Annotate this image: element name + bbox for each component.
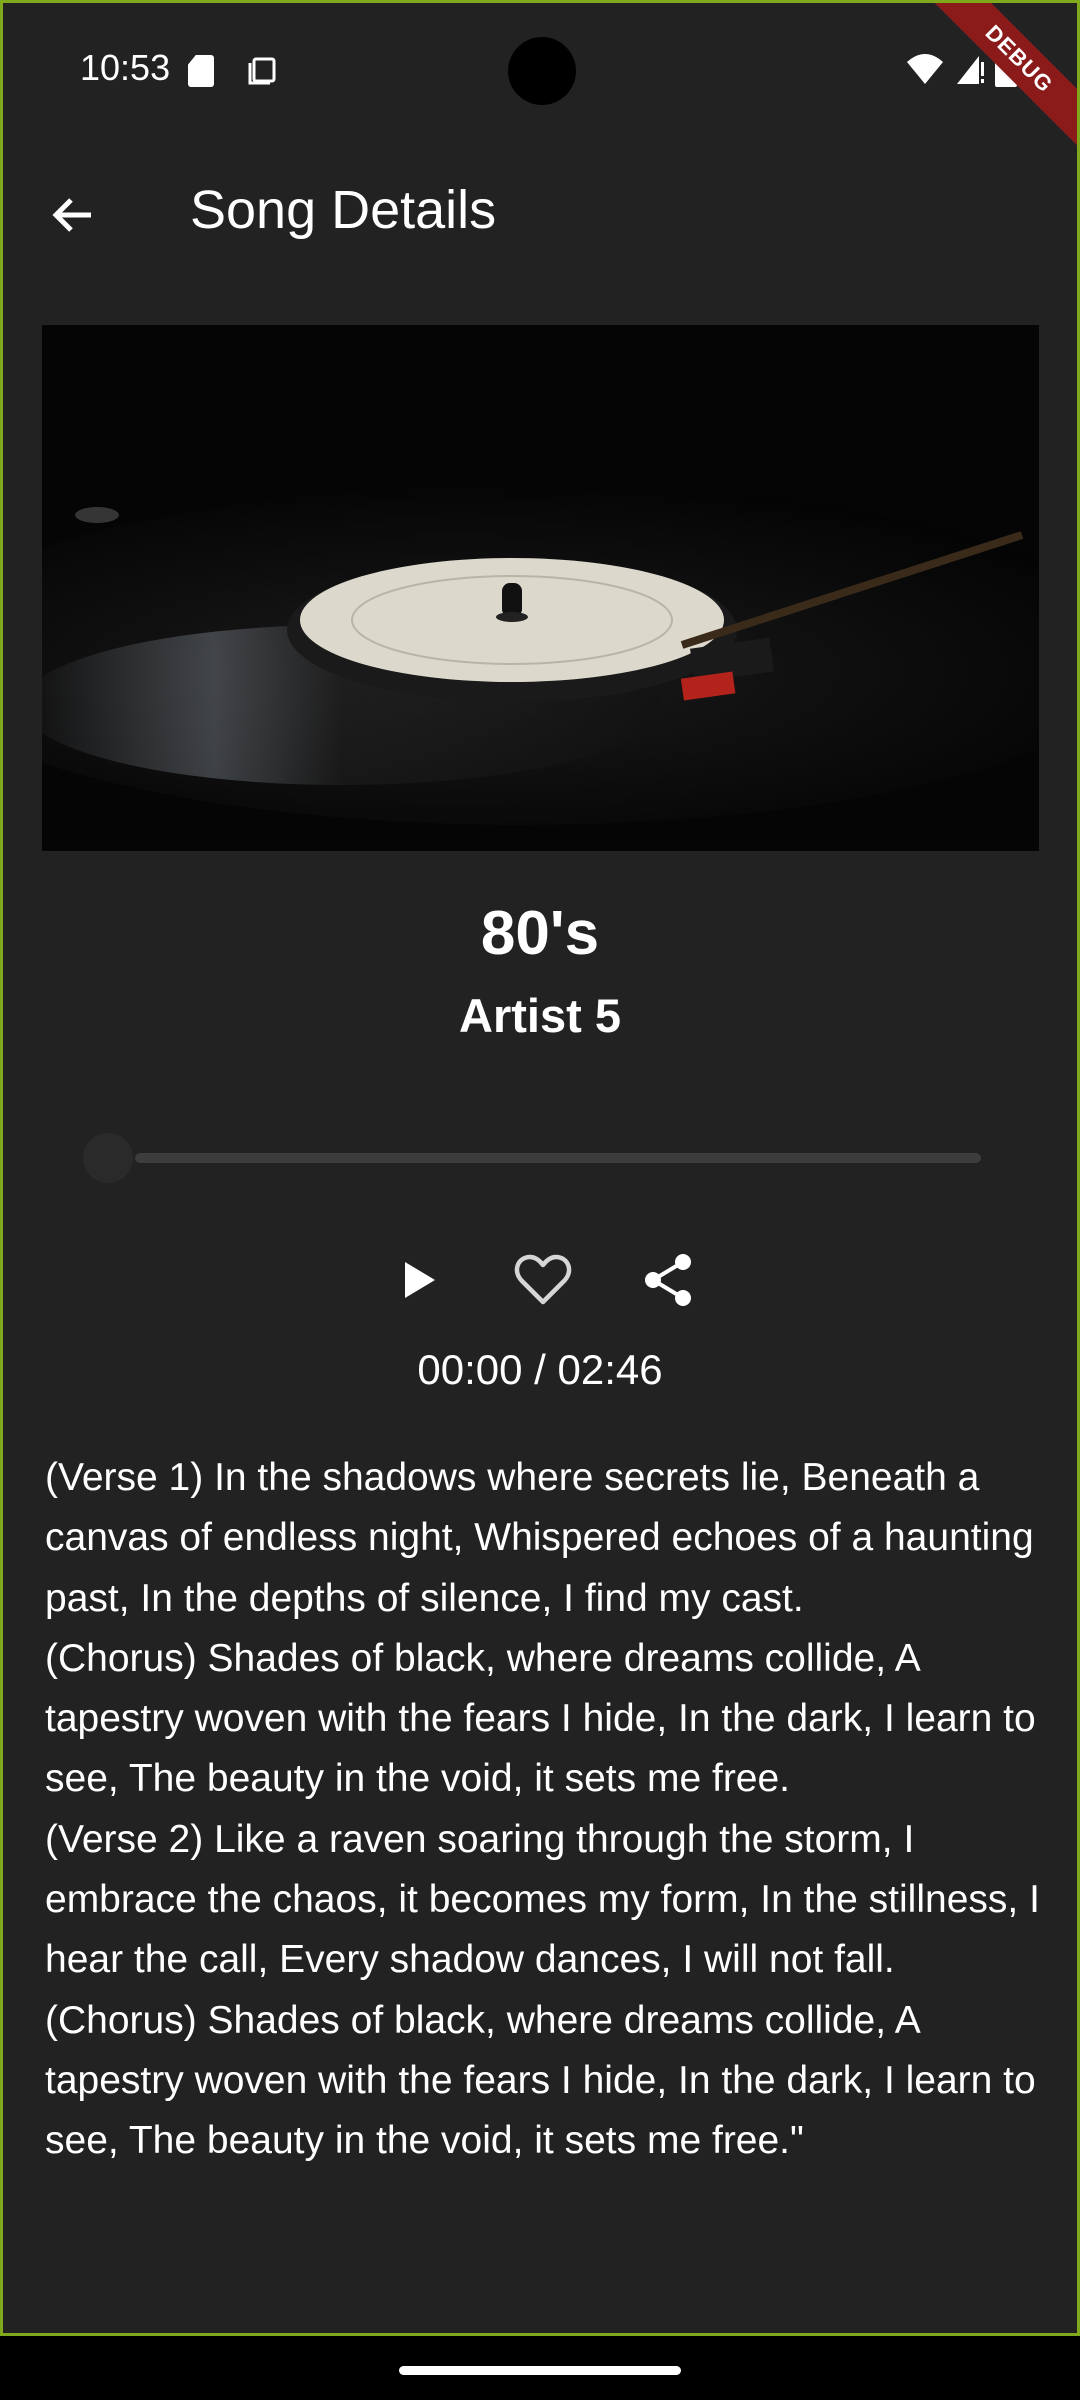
status-bar: 10:53 DEBUG: [3, 3, 1077, 158]
signal-icon: [957, 56, 984, 84]
heart-outline-icon: [514, 1254, 572, 1305]
share-button[interactable]: [637, 1248, 701, 1312]
song-title: 80's: [480, 899, 600, 968]
page-title: Song Details: [190, 180, 497, 240]
back-button[interactable]: [43, 185, 103, 245]
play-button[interactable]: [387, 1248, 451, 1312]
play-icon: [405, 1262, 435, 1298]
song-lyrics: (Verse 1) In the shadows where secrets l…: [45, 1456, 1040, 2163]
playback-slider[interactable]: [83, 1133, 983, 1183]
playback-time: 00:00 / 02:46: [417, 1346, 663, 1393]
camera-cutout: [508, 37, 576, 105]
favorite-button[interactable]: [511, 1248, 575, 1312]
wifi-icon: [907, 54, 943, 84]
copy-icon: [248, 57, 276, 85]
gesture-nav-handle[interactable]: [399, 2366, 681, 2375]
arrow-back-icon: [52, 198, 91, 232]
app-screen: 10:53 DEBUG Song Details 80's Artist 5 0…: [0, 0, 1080, 2336]
status-time: 10:53: [80, 47, 171, 88]
album-art: [42, 325, 1039, 851]
playback-controls: [3, 1248, 1077, 1318]
artist-name: Artist 5: [459, 989, 621, 1042]
app-bar: Song Details: [3, 153, 1077, 273]
sd-card-icon: [188, 55, 214, 87]
slider-thumb[interactable]: [83, 1133, 133, 1183]
slider-track[interactable]: [135, 1153, 981, 1163]
vinyl-record-image: [42, 325, 1039, 851]
share-icon: [645, 1254, 691, 1306]
